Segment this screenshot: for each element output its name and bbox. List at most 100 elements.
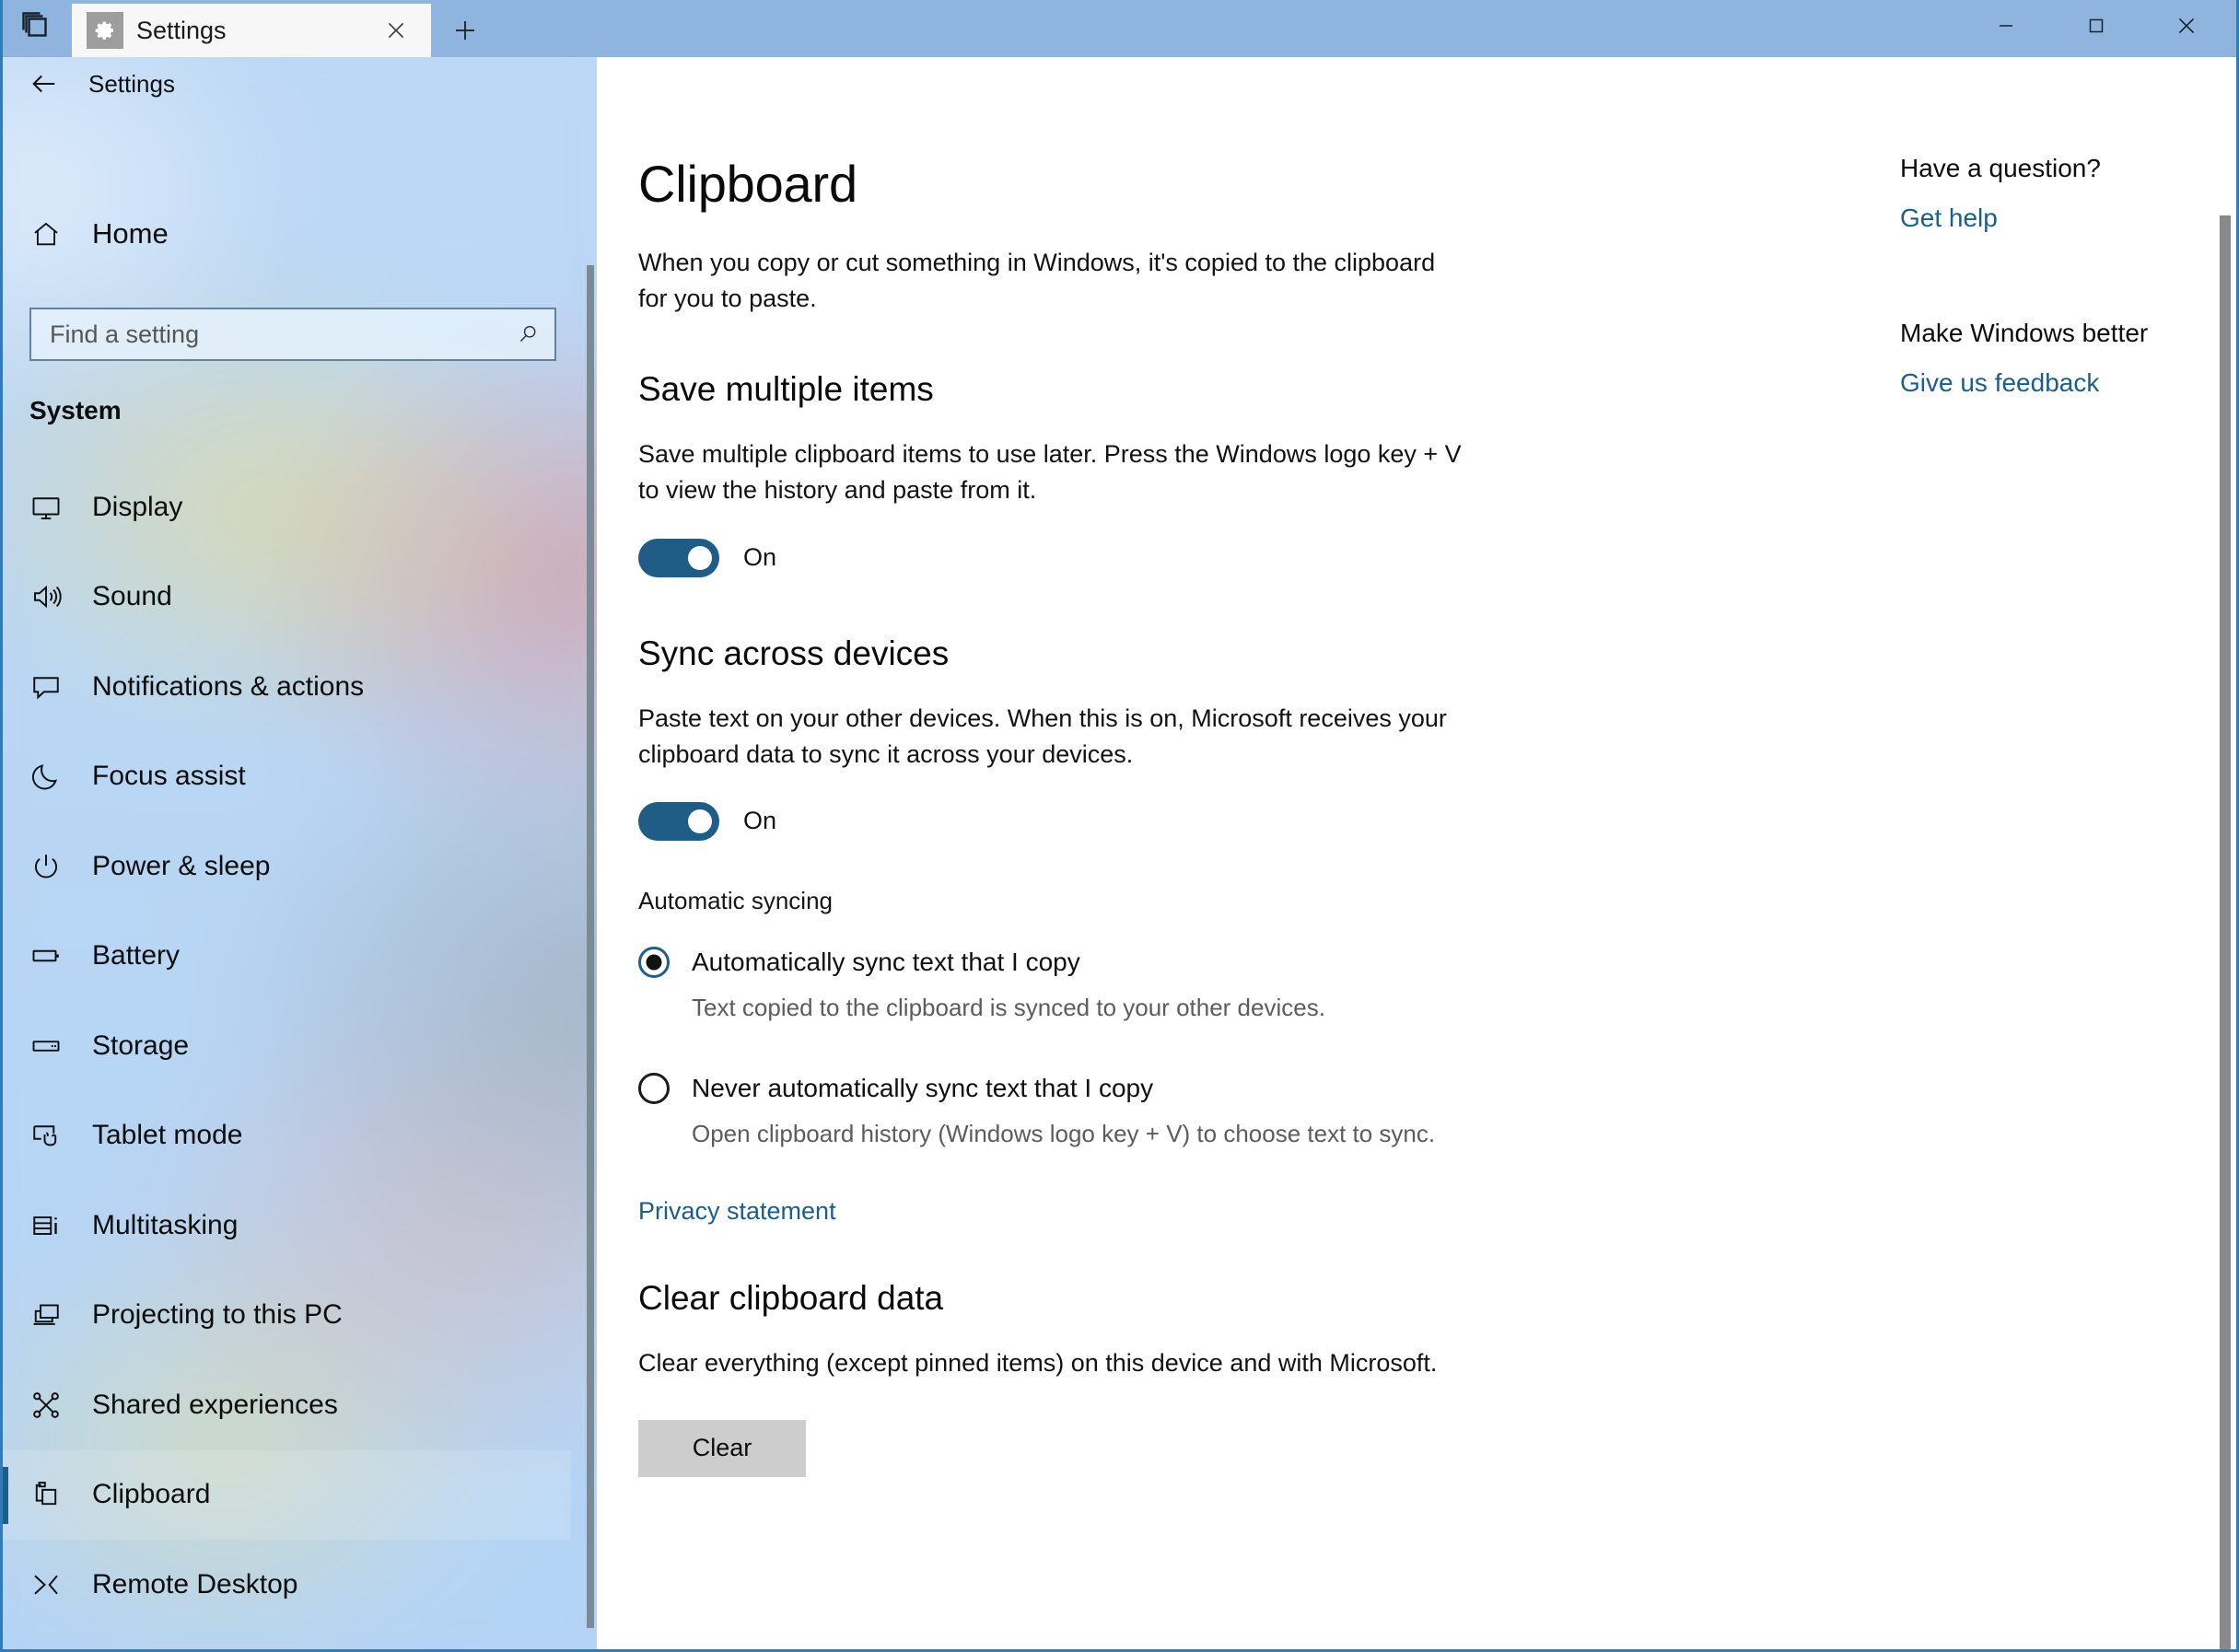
sync-heading: Sync across devices xyxy=(638,634,950,672)
navigation-sidebar: Settings Home System xyxy=(0,57,597,1652)
tablet-touch-icon xyxy=(0,1119,92,1152)
sidebar-item-shared-experiences[interactable]: Shared experiences xyxy=(0,1360,571,1450)
sidebar-item-display[interactable]: Display xyxy=(0,462,571,553)
speaker-icon xyxy=(0,580,92,613)
get-help-link[interactable]: Get help xyxy=(1900,204,2195,233)
share-nodes-icon xyxy=(0,1389,92,1422)
settings-window: Settings Settings Home Find a setting Sy… xyxy=(0,0,2239,1652)
sidebar-item-projecting-to-this-pc[interactable]: Projecting to this PC xyxy=(0,1271,571,1361)
monitor-icon xyxy=(0,491,92,524)
minimize-button[interactable] xyxy=(1961,0,2051,52)
sidebar-item-multitasking[interactable]: Multitasking xyxy=(0,1181,571,1271)
clipboard-settings-panel: Clipboard When you copy or cut something… xyxy=(638,154,1559,1477)
save-multiple-description: Save multiple clipboard items to use lat… xyxy=(638,440,1462,505)
sidebar-item-about[interactable]: About xyxy=(0,1630,571,1652)
make-windows-better-heading: Make Windows better xyxy=(1900,319,2149,347)
sidebar-item-label: Power & sleep xyxy=(92,850,271,881)
close-button[interactable] xyxy=(2141,0,2232,52)
page-intro-text: When you copy or cut something in Window… xyxy=(638,249,1436,313)
sidebar-item-label: Remote Desktop xyxy=(92,1568,298,1600)
browser-tab-settings[interactable]: Settings xyxy=(72,4,431,57)
moon-icon xyxy=(0,760,92,793)
search-icon[interactable] xyxy=(501,309,554,359)
sidebar-item-tablet-mode[interactable]: Tablet mode xyxy=(0,1091,571,1181)
sidebar-item-label: Focus assist xyxy=(92,761,246,792)
sidebar-scrollbar[interactable] xyxy=(587,265,594,1628)
toggle-knob xyxy=(688,545,712,570)
title-bar: Settings xyxy=(0,0,2239,57)
multitasking-icon xyxy=(0,1209,92,1242)
save-multiple-toggle-state: On xyxy=(743,543,777,572)
maximize-button[interactable] xyxy=(2051,0,2141,52)
sidebar-item-label: Clipboard xyxy=(92,1479,211,1510)
radio-option-never-sync-description: Open clipboard history (Windows logo key… xyxy=(692,1119,1436,1147)
automatic-syncing-label: Automatic syncing xyxy=(638,886,833,914)
clear-clipboard-description: Clear everything (except pinned items) o… xyxy=(638,1348,1438,1377)
sidebar-item-label: Storage xyxy=(92,1030,190,1061)
sidebar-item-sound[interactable]: Sound xyxy=(0,553,571,643)
tab-close-icon[interactable] xyxy=(378,12,414,49)
sidebar-nav-list: Display Sound Notifications & actions Fo… xyxy=(0,462,597,1652)
radio-option-label: Automatically sync text that I copy xyxy=(692,947,1080,976)
sidebar-item-notifications-actions[interactable]: Notifications & actions xyxy=(0,642,571,732)
home-icon xyxy=(0,218,92,250)
sync-toggle-state: On xyxy=(743,807,777,835)
new-tab-button[interactable] xyxy=(431,4,499,57)
sidebar-item-label: Sound xyxy=(92,581,172,612)
sync-description: Paste text on your other devices. When t… xyxy=(638,704,1447,768)
sidebar-item-label: Tablet mode xyxy=(92,1120,243,1151)
sidebar-item-clipboard[interactable]: Clipboard xyxy=(0,1449,571,1540)
back-arrow-icon[interactable] xyxy=(0,57,88,111)
clear-clipboard-heading: Clear clipboard data xyxy=(638,1278,944,1317)
remote-desktop-icon xyxy=(0,1568,92,1601)
project-screen-icon xyxy=(0,1298,92,1332)
sidebar-item-label: Battery xyxy=(92,940,181,971)
save-multiple-heading: Save multiple items xyxy=(638,370,934,409)
radio-button[interactable] xyxy=(638,1072,670,1104)
save-multiple-toggle-row: On xyxy=(638,538,1559,577)
radio-option-auto-sync[interactable]: Automatically sync text that I copy xyxy=(638,946,1559,978)
toggle-knob xyxy=(688,809,712,833)
drive-icon xyxy=(0,1030,92,1063)
clear-button[interactable]: Clear xyxy=(638,1419,806,1477)
sidebar-item-home-label: Home xyxy=(92,217,169,250)
sidebar-item-label: Multitasking xyxy=(92,1209,239,1240)
search-box[interactable] xyxy=(29,308,556,361)
sidebar-item-label: Projecting to this PC xyxy=(92,1299,343,1331)
sidebar-item-label: Notifications & actions xyxy=(92,670,365,702)
main-scrollbar-thumb[interactable] xyxy=(2220,215,2231,1652)
power-icon xyxy=(0,850,92,883)
chat-bubble-icon xyxy=(0,670,92,704)
have-a-question-heading: Have a question? xyxy=(1900,154,2101,182)
search-input[interactable] xyxy=(31,309,501,359)
sync-toggle[interactable] xyxy=(638,801,719,841)
sidebar-item-label: Display xyxy=(92,491,183,522)
sidebar-item-home[interactable]: Home xyxy=(0,203,571,265)
sidebar-section-header: System xyxy=(29,396,122,425)
gear-icon xyxy=(87,12,123,49)
radio-button[interactable] xyxy=(638,946,670,978)
sidebar-item-storage[interactable]: Storage xyxy=(0,1001,571,1091)
tab-title: Settings xyxy=(136,16,227,44)
privacy-statement-link[interactable]: Privacy statement xyxy=(638,1197,836,1226)
save-multiple-toggle[interactable] xyxy=(638,538,719,577)
sidebar-item-focus-assist[interactable]: Focus assist xyxy=(0,732,571,822)
help-sidebar: Have a question? Get help Make Windows b… xyxy=(1900,154,2195,398)
sidebar-item-label: Shared experiences xyxy=(92,1389,338,1420)
clipboard-icon xyxy=(0,1478,92,1511)
main-content: Clipboard When you copy or cut something… xyxy=(597,57,2239,1652)
page-title: Clipboard xyxy=(638,155,857,213)
sidebar-item-battery[interactable]: Battery xyxy=(0,912,571,1002)
radio-option-auto-sync-description: Text copied to the clipboard is synced t… xyxy=(692,993,1325,1021)
radio-option-label: Never automatically sync text that I cop… xyxy=(692,1073,1154,1102)
breadcrumb-label: Settings xyxy=(88,69,175,98)
give-us-feedback-link[interactable]: Give us feedback xyxy=(1900,368,2195,398)
radio-option-never-sync[interactable]: Never automatically sync text that I cop… xyxy=(638,1072,1559,1104)
breadcrumb: Settings xyxy=(0,57,597,111)
window-controls xyxy=(1961,0,2232,52)
battery-icon xyxy=(0,939,92,972)
sidebar-item-remote-desktop[interactable]: Remote Desktop xyxy=(0,1540,571,1630)
sidebar-item-power-sleep[interactable]: Power & sleep xyxy=(0,821,571,912)
sets-stack-icon[interactable] xyxy=(0,0,72,57)
sync-toggle-row: On xyxy=(638,801,1559,841)
